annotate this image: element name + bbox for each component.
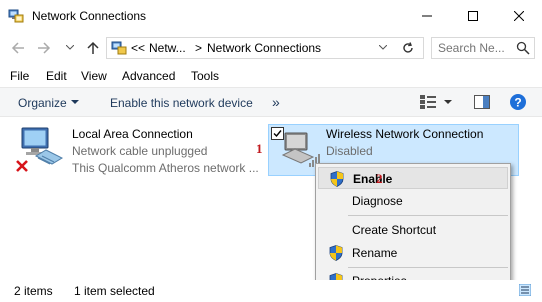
menu-separator	[348, 215, 508, 216]
step-marker-1: 1	[256, 141, 263, 156]
forward-arrow-icon	[38, 42, 51, 54]
search-box[interactable]	[431, 37, 535, 59]
selection-count: 1 item selected	[74, 284, 155, 298]
create-shortcut-label: Create Shortcut	[352, 223, 437, 237]
minimize-icon	[422, 15, 432, 17]
menu-file[interactable]: File	[10, 69, 29, 83]
context-menu-create-shortcut[interactable]: Create Shortcut	[318, 219, 508, 241]
address-row: << Netw... > Network Connections	[0, 32, 542, 64]
context-menu: Enable 2 Diagnose Create Shortcut Rename…	[315, 163, 511, 293]
context-menu-enable[interactable]: Enable	[318, 167, 508, 189]
address-bar[interactable]: << Netw... > Network Connections	[106, 37, 424, 59]
chevron-down-icon	[379, 45, 387, 50]
search-icon	[516, 41, 530, 55]
close-button[interactable]	[496, 0, 542, 32]
window-title: Network Connections	[32, 9, 147, 23]
menu-view[interactable]: View	[81, 69, 107, 83]
svg-text:?: ?	[514, 96, 521, 110]
network-connections-icon	[111, 40, 127, 56]
refresh-icon	[403, 42, 413, 53]
menu-edit[interactable]: Edit	[46, 69, 67, 83]
chevron-down-icon	[66, 45, 74, 50]
menu-advanced[interactable]: Advanced	[122, 69, 175, 83]
connection-name: Local Area Connection	[72, 127, 193, 141]
breadcrumb-overflow[interactable]: <<	[131, 41, 145, 55]
menu-bar: File Edit View Advanced Tools	[0, 66, 542, 86]
context-menu-diagnose[interactable]: Diagnose	[318, 190, 508, 212]
organize-button[interactable]: Organize	[10, 88, 84, 116]
refresh-button[interactable]	[401, 41, 415, 55]
step-marker-2: 2	[376, 171, 383, 186]
more-commands-button[interactable]: »	[272, 94, 280, 110]
command-bar: Organize Enable this network device » ?	[0, 87, 542, 117]
chevron-down-icon	[71, 100, 79, 104]
diagnose-label: Diagnose	[352, 194, 403, 208]
maximize-button[interactable]	[450, 0, 496, 32]
chevron-down-icon	[444, 100, 452, 104]
preview-pane-button[interactable]	[474, 95, 490, 109]
details-view-button[interactable]	[519, 284, 531, 296]
back-arrow-icon	[11, 42, 24, 54]
connection-name: Wireless Network Connection	[326, 127, 484, 141]
view-options-dropdown[interactable]	[444, 100, 452, 105]
enable-device-button[interactable]: Enable this network device	[110, 96, 253, 110]
uac-shield-icon	[329, 245, 343, 261]
enable-label: Enable	[353, 172, 393, 186]
connection-device: This Qualcomm Atheros network ...	[72, 161, 259, 175]
help-icon: ?	[510, 94, 526, 110]
breadcrumb-network[interactable]: Netw...	[149, 41, 186, 55]
preview-pane-icon	[474, 95, 490, 109]
search-input[interactable]	[438, 40, 510, 56]
minimize-button[interactable]	[404, 0, 450, 32]
change-view-button[interactable]	[420, 95, 436, 109]
address-dropdown-button[interactable]	[379, 45, 387, 51]
menu-tools[interactable]: Tools	[191, 69, 219, 83]
disconnected-x-icon	[16, 160, 28, 172]
uac-shield-icon	[330, 171, 344, 187]
rename-label: Rename	[352, 246, 398, 260]
title-bar: Network Connections	[0, 0, 542, 32]
back-button[interactable]	[10, 40, 26, 56]
recent-locations-button[interactable]	[62, 40, 78, 56]
up-arrow-icon	[87, 41, 99, 54]
breadcrumb-separator[interactable]: >	[195, 41, 202, 55]
connection-status: Disabled	[326, 144, 373, 158]
local-area-connection-item[interactable]: Local Area Connection Network cable unpl…	[14, 124, 264, 178]
close-icon	[514, 11, 524, 21]
details-view-icon	[519, 284, 531, 296]
breadcrumb-network-connections[interactable]: Network Connections	[207, 41, 321, 55]
view-details-icon	[420, 95, 436, 109]
item-count: 2 items	[14, 284, 53, 298]
network-connections-icon	[8, 8, 24, 24]
up-button[interactable]	[85, 40, 101, 56]
status-bar: 2 items 1 item selected	[0, 280, 542, 302]
maximize-icon	[468, 11, 478, 21]
help-button[interactable]: ?	[510, 94, 526, 110]
organize-label: Organize	[18, 96, 67, 110]
context-menu-rename[interactable]: Rename	[318, 242, 508, 264]
forward-button[interactable]	[36, 40, 52, 56]
menu-separator	[348, 267, 508, 268]
connection-status: Network cable unplugged	[72, 144, 208, 158]
